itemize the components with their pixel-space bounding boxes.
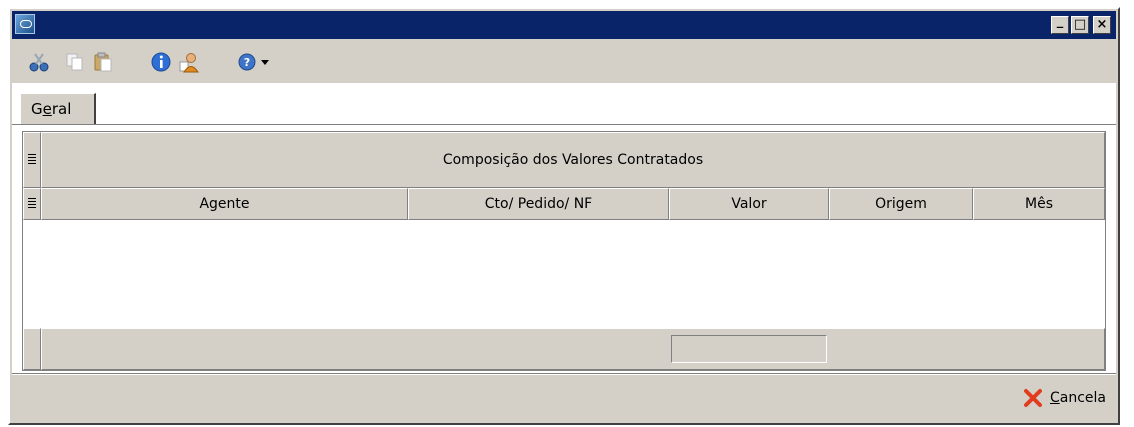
content-area: Geral Composição dos Valores Contratados… xyxy=(12,83,1116,373)
footer-row-handle xyxy=(23,328,41,370)
tab-geral-label: Geral xyxy=(31,100,72,118)
toolbar: ? xyxy=(12,41,1116,81)
maximize-button[interactable]: □ xyxy=(1071,16,1089,34)
minimize-icon: _ xyxy=(1056,14,1064,29)
column-row-handle[interactable] xyxy=(23,188,41,220)
group-row-handle[interactable] xyxy=(23,132,41,188)
cut-icon[interactable] xyxy=(28,51,50,73)
paste-icon[interactable] xyxy=(92,51,114,73)
cancel-label: Cancela xyxy=(1049,390,1106,406)
cancel-x-icon xyxy=(1023,389,1042,407)
valor-total-field xyxy=(671,335,827,363)
data-grid: Composição dos Valores Contratados Agent… xyxy=(22,131,1106,371)
close-button[interactable]: × xyxy=(1093,16,1111,34)
maximize-icon: □ xyxy=(1073,17,1087,32)
svg-text:?: ? xyxy=(244,56,250,69)
group-header: Composição dos Valores Contratados xyxy=(41,132,1105,188)
row-handle-icon xyxy=(28,154,36,165)
grid-body[interactable] xyxy=(23,220,1105,328)
tab-divider xyxy=(12,124,1116,125)
bottom-bar: Cancela xyxy=(12,375,1116,421)
copy-icon[interactable] xyxy=(64,51,86,73)
totals-row xyxy=(41,328,1105,370)
column-header-agente[interactable]: Agente xyxy=(41,188,408,220)
help-icon[interactable]: ? xyxy=(236,51,258,73)
column-header-origem[interactable]: Origem xyxy=(829,188,973,220)
minimize-button[interactable]: _ xyxy=(1051,14,1069,34)
column-header-mes[interactable]: Mês xyxy=(973,188,1105,220)
user-icon[interactable] xyxy=(178,51,200,73)
app-icon[interactable] xyxy=(15,14,35,34)
column-header-valor[interactable]: Valor xyxy=(669,188,829,220)
dropdown-arrow-icon[interactable] xyxy=(258,51,272,73)
title-bar[interactable]: _ □ × xyxy=(12,11,1116,39)
info-icon[interactable] xyxy=(150,51,172,73)
tab-geral[interactable]: Geral xyxy=(20,93,96,125)
close-icon: × xyxy=(1096,17,1108,32)
cancel-button[interactable]: Cancela xyxy=(1022,385,1106,411)
app-window: _ □ × ? Geral Composição dos Valores Con… xyxy=(8,7,1120,425)
row-handle-icon xyxy=(28,198,36,209)
column-header-cto-pedido-nf[interactable]: Cto/ Pedido/ NF xyxy=(408,188,669,220)
